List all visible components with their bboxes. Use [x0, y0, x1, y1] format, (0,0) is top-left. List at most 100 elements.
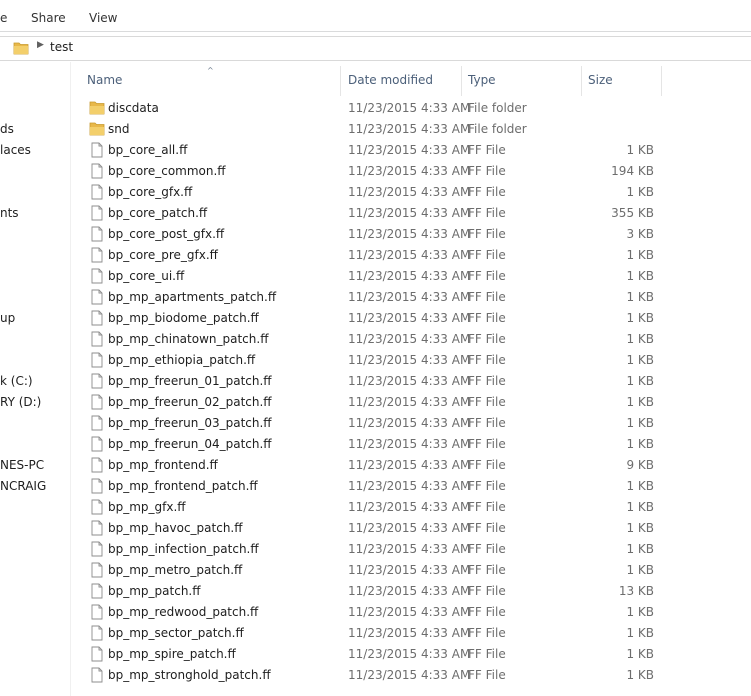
file-row[interactable]: bp_mp_freerun_02_patch.ff 11/23/2015 4:33…: [80, 392, 670, 413]
file-size: 9 KB: [626, 458, 654, 472]
file-row[interactable]: bp_mp_freerun_03_patch.ff 11/23/2015 4:33…: [80, 413, 670, 434]
file-type: FF File: [468, 374, 506, 388]
file-row[interactable]: bp_mp_sector_patch.ff 11/23/2015 4:33 AM F…: [80, 623, 670, 644]
file-size: 1 KB: [626, 668, 654, 682]
nav-item-documents[interactable]: nts: [0, 206, 19, 220]
column-header-date-modified[interactable]: Date modified: [341, 62, 461, 98]
nav-item-local-disk-c[interactable]: k (C:): [0, 374, 33, 388]
nav-item-downloads[interactable]: ds: [0, 122, 14, 136]
file-size: 1 KB: [626, 500, 654, 514]
file-name: bp_core_gfx.ff: [108, 185, 193, 199]
file-icon: [89, 436, 105, 455]
file-row[interactable]: bp_mp_stronghold_patch.ff 11/23/2015 4:33…: [80, 665, 670, 686]
file-size: 1 KB: [626, 479, 654, 493]
file-icon: [89, 352, 105, 371]
file-row[interactable]: bp_mp_frontend_patch.ff 11/23/2015 4:33 A…: [80, 476, 670, 497]
file-row[interactable]: bp_core_ui.ff 11/23/2015 4:33 AM FF File 1 …: [80, 266, 670, 287]
nav-item-recent-places[interactable]: laces: [0, 143, 31, 157]
ribbon: e Share View: [0, 0, 751, 32]
file-row[interactable]: bp_core_gfx.ff 11/23/2015 4:33 AM FF File 1…: [80, 182, 670, 203]
file-type: FF File: [468, 542, 506, 556]
file-row[interactable]: bp_core_post_gfx.ff 11/23/2015 4:33 AM FF …: [80, 224, 670, 245]
file-name: bp_mp_frontend.ff: [108, 458, 218, 472]
file-row[interactable]: bp_mp_freerun_04_patch.ff 11/23/2015 4:33…: [80, 434, 670, 455]
file-type: FF File: [468, 563, 506, 577]
file-row[interactable]: bp_mp_biodome_patch.ff 11/23/2015 4:33 AM…: [80, 308, 670, 329]
file-size: 1 KB: [626, 626, 654, 640]
file-size: 194 KB: [611, 164, 654, 178]
file-type: FF File: [468, 626, 506, 640]
file-row[interactable]: bp_mp_metro_patch.ff 11/23/2015 4:33 AM FF…: [80, 560, 670, 581]
file-row[interactable]: snd 11/23/2015 4:33 AM File folder: [80, 119, 670, 140]
file-row[interactable]: bp_mp_apartments_patch.ff 11/23/2015 4:33…: [80, 287, 670, 308]
breadcrumb-test[interactable]: test: [50, 40, 73, 54]
file-row[interactable]: bp_mp_infection_patch.ff 11/23/2015 4:33 …: [80, 539, 670, 560]
file-type: FF File: [468, 164, 506, 178]
file-date-modified: 11/23/2015 4:33 AM: [348, 668, 471, 682]
file-name: bp_core_pre_gfx.ff: [108, 248, 218, 262]
file-row[interactable]: bp_mp_frontend.ff 11/23/2015 4:33 AM FF Fi…: [80, 455, 670, 476]
file-size: 3 KB: [626, 227, 654, 241]
file-row[interactable]: bp_mp_spire_patch.ff 11/23/2015 4:33 AM FF…: [80, 644, 670, 665]
file-date-modified: 11/23/2015 4:33 AM: [348, 626, 471, 640]
file-icon: [89, 499, 105, 518]
file-row[interactable]: bp_mp_gfx.ff 11/23/2015 4:33 AM FF File 1 K…: [80, 497, 670, 518]
file-size: 1 KB: [626, 332, 654, 346]
file-name: bp_mp_freerun_03_patch.ff: [108, 416, 272, 430]
file-row[interactable]: bp_core_all.ff 11/23/2015 4:33 AM FF File 1…: [80, 140, 670, 161]
file-icon: [89, 646, 105, 665]
column-divider[interactable]: [661, 66, 662, 96]
file-type: FF File: [468, 248, 506, 262]
tab-file[interactable]: e: [0, 11, 7, 25]
file-type: File folder: [468, 122, 527, 136]
file-row[interactable]: bp_mp_freerun_01_patch.ff 11/23/2015 4:33…: [80, 371, 670, 392]
file-date-modified: 11/23/2015 4:33 AM: [348, 206, 471, 220]
file-name: bp_mp_redwood_patch.ff: [108, 605, 259, 619]
pane-splitter[interactable]: [70, 62, 71, 696]
file-type: FF File: [468, 353, 506, 367]
file-row[interactable]: bp_mp_chinatown_patch.ff 11/23/2015 4:33 …: [80, 329, 670, 350]
address-bar[interactable]: ▶ test: [0, 36, 751, 61]
file-type: FF File: [468, 311, 506, 325]
file-size: 355 KB: [611, 206, 654, 220]
file-name: bp_mp_patch.ff: [108, 584, 201, 598]
tab-view[interactable]: View: [89, 11, 117, 25]
file-date-modified: 11/23/2015 4:33 AM: [348, 374, 471, 388]
chevron-right-icon[interactable]: ▶: [37, 40, 44, 50]
file-size: 1 KB: [626, 647, 654, 661]
file-row[interactable]: bp_core_pre_gfx.ff 11/23/2015 4:33 AM FF F…: [80, 245, 670, 266]
nav-item-network-pc-2[interactable]: NCRAIG: [0, 479, 46, 493]
file-type: FF File: [468, 206, 506, 220]
column-header-type-label: Type: [468, 73, 496, 87]
file-row[interactable]: bp_mp_patch.ff 11/23/2015 4:33 AM FF File 1…: [80, 581, 670, 602]
file-row[interactable]: bp_core_common.ff 11/23/2015 4:33 AM FF Fi…: [80, 161, 670, 182]
file-row[interactable]: bp_mp_redwood_patch.ff 11/23/2015 4:33 AM…: [80, 602, 670, 623]
nav-item-network-pc-1[interactable]: NES-PC: [0, 458, 44, 472]
file-icon: [89, 310, 105, 329]
column-header-size[interactable]: Size: [582, 62, 661, 98]
file-row[interactable]: bp_core_patch.ff 11/23/2015 4:33 AM FF Fil…: [80, 203, 670, 224]
column-header-type[interactable]: Type: [462, 62, 581, 98]
file-date-modified: 11/23/2015 4:33 AM: [348, 584, 471, 598]
file-size: 1 KB: [626, 143, 654, 157]
file-icon: [89, 226, 105, 245]
file-date-modified: 11/23/2015 4:33 AM: [348, 521, 471, 535]
file-row[interactable]: bp_mp_ethiopia_patch.ff 11/23/2015 4:33 A…: [80, 350, 670, 371]
file-icon: [89, 289, 105, 308]
file-row[interactable]: bp_mp_havoc_patch.ff 11/23/2015 4:33 AM FF…: [80, 518, 670, 539]
file-type: File folder: [468, 101, 527, 115]
nav-item-drive-d[interactable]: RY (D:): [0, 395, 41, 409]
file-name: bp_core_all.ff: [108, 143, 188, 157]
file-icon: [89, 478, 105, 497]
column-header-name-label: Name: [87, 73, 123, 87]
nav-item-homegroup[interactable]: up: [0, 311, 15, 325]
file-name: bp_core_ui.ff: [108, 269, 185, 283]
file-name: snd: [108, 122, 130, 136]
file-name: bp_mp_freerun_01_patch.ff: [108, 374, 272, 388]
tab-share[interactable]: Share: [31, 11, 66, 25]
file-size: 1 KB: [626, 374, 654, 388]
file-row[interactable]: discdata 11/23/2015 4:33 AM File folder: [80, 98, 670, 119]
file-name: bp_mp_frontend_patch.ff: [108, 479, 258, 493]
file-name: bp_mp_spire_patch.ff: [108, 647, 236, 661]
file-size: 1 KB: [626, 185, 654, 199]
